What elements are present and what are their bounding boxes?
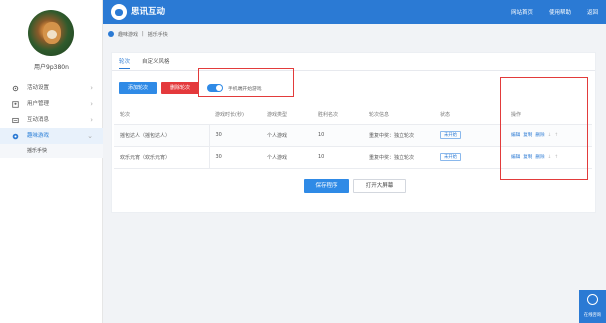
open-big-screen-button[interactable]: 打开大屏幕: [353, 179, 406, 193]
cell-round: 欢乐元宵（欢乐元宵）: [114, 146, 210, 169]
cell-duration: 30: [209, 146, 261, 169]
tab-custom-style[interactable]: 自定义风格: [142, 57, 170, 69]
cell-type: 个人游戏: [261, 124, 312, 147]
cell-duration: 30: [209, 124, 261, 147]
col-duration: 游戏时长(秒): [209, 106, 261, 125]
chevron-right-icon: ›: [90, 100, 93, 108]
col-rank: 胜利名次: [312, 106, 363, 125]
top-header: 思讯互动 网站首页 使用帮助 返回: [103, 0, 606, 24]
annotation-box-toggle: [198, 68, 294, 97]
cell-round: 摇包达人（摇包达人）: [114, 124, 210, 147]
game-icon: [108, 31, 114, 37]
chevron-right-icon: ›: [90, 116, 93, 124]
online-consult-button[interactable]: 在线咨询: [579, 290, 606, 323]
breadcrumb-separator: |: [142, 31, 144, 37]
add-round-button[interactable]: 添加轮次: [119, 82, 157, 94]
sidebar-item-label: 用户管理: [27, 101, 50, 107]
chevron-down-icon: ⌄: [87, 132, 93, 140]
sidebar-menu: 活动设置 › 用户管理 › 互动消息 › 趣味游戏 ⌄ 摇乐手快: [0, 80, 103, 158]
cell-type: 个人游戏: [261, 146, 312, 169]
breadcrumb-current: 摇乐手快: [147, 31, 168, 38]
sidebar-item-activity-settings[interactable]: 活动设置 ›: [0, 80, 103, 96]
game-icon: [12, 133, 19, 140]
header-nav: 网站首页 使用帮助 返回: [511, 0, 598, 24]
sidebar: 用户9p380n 活动设置 › 用户管理 › 互动消息 › 趣味游戏 ⌄ 摇乐手…: [0, 0, 103, 323]
brand-title: 思讯互动: [131, 7, 166, 17]
cell-info: 重复中奖：独立轮次: [363, 146, 434, 169]
save-button[interactable]: 保存程序: [304, 179, 349, 193]
logo-icon: [111, 4, 127, 20]
nav-back-link[interactable]: 返回: [587, 8, 598, 16]
cell-rank: 10: [312, 124, 363, 147]
online-consult-label: 在线咨询: [583, 313, 602, 318]
annotation-box-actions: [500, 77, 588, 180]
status-badge: 未开始: [440, 153, 461, 161]
cell-status: 未开始: [434, 146, 505, 169]
user-icon: [12, 101, 19, 108]
sidebar-item-interactive-messages[interactable]: 互动消息 ›: [0, 112, 103, 128]
avatar[interactable]: [28, 10, 74, 56]
sidebar-subitem-shake[interactable]: 摇乐手快: [0, 144, 103, 158]
delete-round-button[interactable]: 删除轮次: [161, 82, 199, 94]
nav-help-link[interactable]: 使用帮助: [549, 8, 571, 16]
tab-divider: [112, 70, 595, 71]
sidebar-item-label: 互动消息: [27, 117, 50, 123]
col-type: 游戏类型: [261, 106, 312, 125]
sidebar-item-label: 趣味游戏: [27, 133, 50, 139]
tab-bar: 轮次 自定义风格: [119, 57, 170, 69]
cell-info: 重复中奖：独立轮次: [363, 124, 434, 147]
col-status: 状态: [434, 106, 505, 125]
breadcrumb-root[interactable]: 趣味游戏: [118, 31, 138, 38]
sidebar-item-label: 活动设置: [27, 85, 50, 91]
username: 用户9p380n: [34, 64, 69, 71]
tab-rounds[interactable]: 轮次: [119, 57, 131, 69]
cell-rank: 10: [312, 146, 363, 169]
gear-icon: [12, 85, 19, 92]
sidebar-item-fun-games[interactable]: 趣味游戏 ⌄: [0, 128, 103, 144]
nav-home-link[interactable]: 网站首页: [511, 8, 533, 16]
message-icon: [12, 117, 19, 124]
breadcrumb: 趣味游戏 | 摇乐手快: [108, 29, 168, 39]
col-info: 轮次信息: [363, 106, 434, 125]
sidebar-item-user-management[interactable]: 用户管理 ›: [0, 96, 103, 112]
status-badge: 未开始: [440, 131, 461, 139]
chat-icon: [587, 294, 598, 305]
avatar-face: [43, 22, 61, 44]
cell-status: 未开始: [434, 124, 505, 147]
chevron-right-icon: ›: [90, 84, 93, 92]
col-round: 轮次: [114, 106, 209, 125]
